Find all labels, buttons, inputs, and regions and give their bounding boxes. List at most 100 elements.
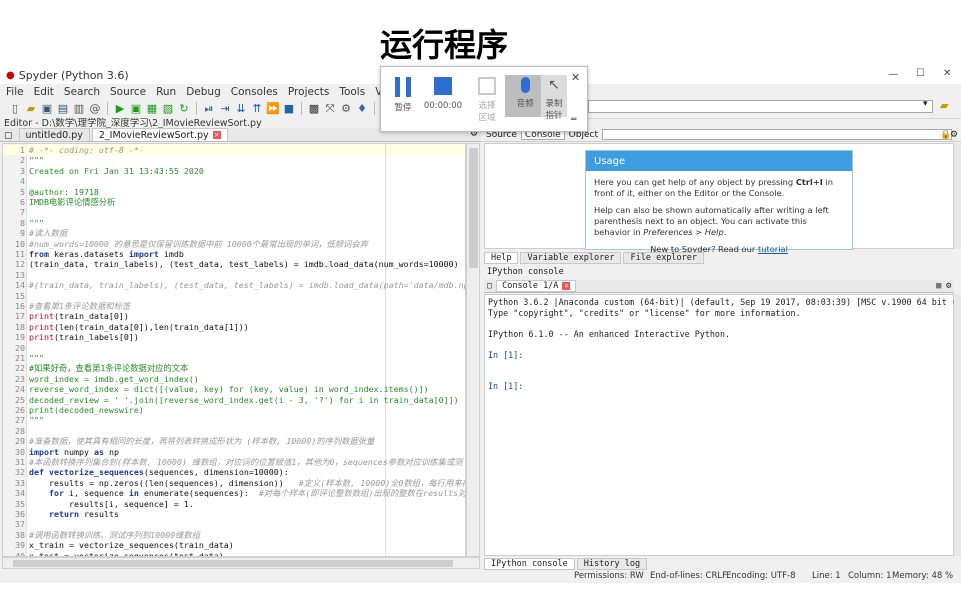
- usage-paragraph: Help can also be shown automatically aft…: [594, 205, 829, 237]
- editor-vertical-scrollbar[interactable]: [466, 143, 480, 557]
- status-memory: Memory: 48 %: [892, 571, 954, 581]
- menu-item-tools[interactable]: Tools: [339, 86, 365, 98]
- find-icon[interactable]: @: [88, 102, 102, 116]
- tab-variable-explorer[interactable]: Variable explorer: [520, 252, 622, 264]
- line-number: 12: [15, 259, 25, 270]
- microphone-icon: [520, 77, 530, 93]
- step-return-icon[interactable]: ⇈: [250, 102, 264, 116]
- tab-console[interactable]: Console 1/A ×: [496, 280, 577, 292]
- tab-untitled[interactable]: untitled0.py: [18, 128, 90, 141]
- status-encoding: Encoding: UTF-8: [726, 571, 796, 581]
- tab-ipython-console[interactable]: IPython console: [484, 558, 575, 570]
- code-token: """: [29, 155, 44, 166]
- code-token: #查看第1条评论数据和标签: [29, 301, 131, 311]
- line-number: 18: [15, 321, 25, 332]
- browse-folder-icon[interactable]: ▰: [940, 99, 948, 112]
- usage-box: Usage Here you can get help of any objec…: [585, 150, 853, 254]
- object-input[interactable]: [601, 129, 952, 140]
- line-number: 6: [20, 197, 25, 207]
- run-cell-advance-icon[interactable]: ▦: [145, 102, 159, 116]
- select-region-button[interactable]: 选择 区域: [467, 77, 507, 123]
- browse-tabs-icon[interactable]: ▢: [4, 131, 13, 141]
- open-file-icon[interactable]: ▰: [24, 102, 38, 116]
- tab-help[interactable]: Help: [484, 252, 519, 264]
- stop-kernel-icon[interactable]: ■: [936, 281, 941, 291]
- menu-item-consoles[interactable]: Consoles: [231, 86, 278, 98]
- print-icon[interactable]: ▥: [72, 102, 86, 116]
- save-all-icon[interactable]: ▤: [56, 102, 70, 116]
- help-scrollbar[interactable]: [954, 143, 961, 249]
- minimize-icon[interactable]: ═: [571, 115, 576, 125]
- menu-item-source[interactable]: Source: [110, 86, 146, 98]
- tab-file-explorer[interactable]: File explorer: [623, 252, 705, 264]
- help-pane-tabs: Help Variable explorer File explorer: [484, 252, 954, 264]
- run-selection-icon[interactable]: ▧: [161, 102, 175, 116]
- menu-item-run[interactable]: Run: [156, 86, 176, 98]
- run-icon[interactable]: ▶: [113, 102, 127, 116]
- console-line: In [1]:: [488, 381, 524, 391]
- code-token: @author: 19718: [29, 186, 99, 197]
- stop-button[interactable]: 00:00:00: [421, 77, 465, 111]
- options-icon[interactable]: ⚙: [950, 130, 958, 140]
- rerun-icon[interactable]: ↻: [177, 102, 191, 116]
- record-cursor-toggle[interactable]: ↖ 录制 指针: [541, 75, 567, 121]
- ipython-console[interactable]: Python 3.6.2 |Anaconda custom (64-bit)| …: [484, 294, 961, 556]
- code-token: (len(train_data[0]),len(train_data[1])): [53, 321, 249, 332]
- fullscreen-icon[interactable]: ⤧: [323, 102, 337, 116]
- working-dir-combo[interactable]: [588, 100, 933, 113]
- scroll-thumb[interactable]: [13, 560, 453, 567]
- new-file-icon[interactable]: ▯: [8, 102, 22, 116]
- close-icon[interactable]: ✕: [943, 68, 951, 79]
- close-tab-icon[interactable]: ×: [562, 282, 571, 290]
- code-token: from: [29, 249, 49, 259]
- line-number: 9: [20, 228, 25, 239]
- line-number: 38: [15, 529, 25, 540]
- run-cell-icon[interactable]: ▣: [129, 102, 143, 116]
- code-token: print: [29, 311, 54, 322]
- code-line: 23 word_index = imdb.get_word_index(): [3, 374, 465, 384]
- audio-toggle[interactable]: 音频: [505, 75, 545, 117]
- step-into-icon[interactable]: ⇊: [234, 102, 248, 116]
- menu-item-debug[interactable]: Debug: [186, 86, 221, 98]
- continue-icon[interactable]: ⏩: [266, 102, 280, 116]
- tab-history-log[interactable]: History log: [576, 558, 648, 570]
- line-number: 37: [15, 519, 25, 530]
- code-line: 6 IMDB电影评论情感分析: [3, 197, 465, 207]
- code-line: 30 import numpy as np: [3, 447, 465, 457]
- close-tab-icon[interactable]: ×: [212, 131, 221, 139]
- code-line: 1 # -*- coding: utf-8 -*-: [3, 145, 465, 155]
- line-number: 34: [15, 488, 25, 499]
- code-token: import: [128, 249, 159, 259]
- pause-button[interactable]: 暂停: [383, 77, 423, 113]
- menu-item-edit[interactable]: Edit: [34, 86, 54, 98]
- close-icon[interactable]: ✕: [571, 71, 580, 84]
- code-line: 13: [3, 270, 465, 280]
- scroll-thumb[interactable]: [469, 148, 478, 268]
- menu-item-projects[interactable]: Projects: [288, 86, 329, 98]
- menu-item-search[interactable]: Search: [64, 86, 100, 98]
- code-editor[interactable]: 1 # -*- coding: utf-8 -*- 2 """ 3 Created on …: [2, 143, 466, 557]
- maximize-pane-icon[interactable]: ▩: [307, 102, 321, 116]
- line-number: 14: [15, 280, 25, 291]
- maximize-icon[interactable]: ☐: [916, 68, 925, 79]
- tab-moviereview[interactable]: 2_IMovieReviewSort.py ×: [91, 128, 228, 141]
- stop-debug-icon[interactable]: ■: [282, 102, 296, 116]
- debug-icon[interactable]: ⏯: [202, 102, 216, 116]
- options-icon[interactable]: ⚙: [946, 281, 951, 291]
- line-number: 4: [20, 176, 25, 187]
- code-token: #定义(样本数, 10000)全0数组，每行用来存放一条记: [298, 477, 465, 488]
- console-scrollbar[interactable]: [954, 294, 961, 556]
- code-line: 10 #num_words=10000 的意思是仅保留训练数据中前 10000个最…: [3, 239, 465, 249]
- step-icon[interactable]: ⇥: [218, 102, 232, 116]
- menu-item-file[interactable]: File: [6, 86, 24, 98]
- line-number: 39: [15, 540, 25, 551]
- editor-horizontal-scrollbar[interactable]: [2, 557, 480, 569]
- pause-icon: [395, 77, 411, 97]
- preferences-icon[interactable]: ⚙: [339, 102, 353, 116]
- toolbar-separator: [196, 101, 197, 116]
- browse-tabs-icon[interactable]: ▢: [487, 281, 492, 291]
- python-path-icon[interactable]: ♦: [355, 102, 369, 116]
- working-dir-dropdown-icon[interactable]: ▾: [923, 99, 928, 109]
- minimize-icon[interactable]: —: [888, 69, 898, 80]
- save-icon[interactable]: ▣: [40, 102, 54, 116]
